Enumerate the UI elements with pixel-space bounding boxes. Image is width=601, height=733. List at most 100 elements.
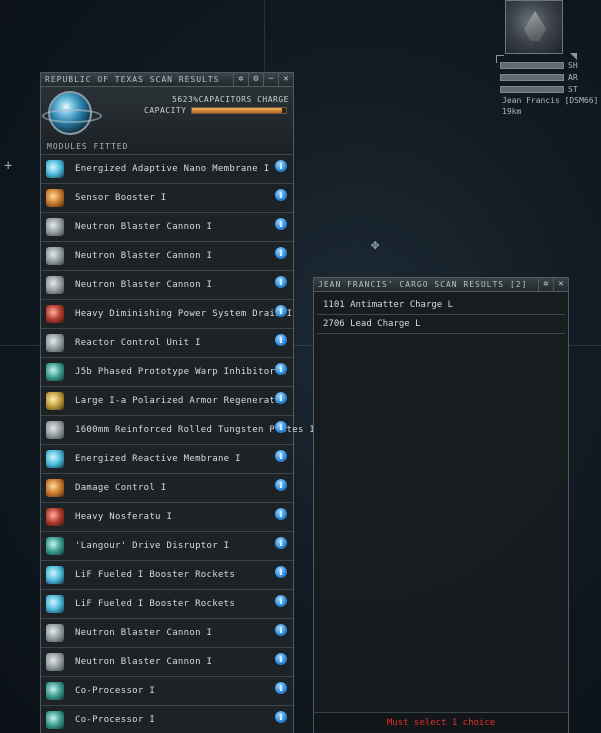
target-arrow-icon — [570, 53, 577, 60]
nosferatu-icon — [46, 508, 64, 526]
settings-icon[interactable]: ⚙ — [248, 73, 263, 86]
capacity-label: CAPACITY — [144, 106, 187, 115]
module-row[interactable]: LiF Fueled I Booster Rockets i — [41, 590, 293, 619]
info-icon[interactable]: i — [275, 682, 287, 694]
module-row[interactable]: Co-Processor I i — [41, 677, 293, 706]
info-icon[interactable]: i — [275, 450, 287, 462]
info-icon[interactable]: i — [275, 363, 287, 375]
cargo-list: 1101 Antimatter Charge L 2706 Lead Charg… — [314, 292, 568, 334]
module-name: Energized Adaptive Nano Membrane I — [75, 164, 270, 174]
target-name: Jean Francis [DSM66] — [502, 96, 599, 105]
info-icon[interactable]: i — [275, 711, 287, 723]
armor-membrane-icon — [46, 160, 64, 178]
module-row[interactable]: 'Langour' Drive Disruptor I i — [41, 532, 293, 561]
module-name: Neutron Blaster Cannon I — [75, 280, 213, 290]
blaster-icon — [46, 218, 64, 236]
ship-scan-results-window[interactable]: REPUBLIC OF TEXAS SCAN RESULTS ✲ ⚙ − ✕ 5… — [40, 72, 315, 733]
booster-rockets-icon — [46, 595, 64, 613]
pin-icon[interactable]: ✲ — [233, 73, 248, 86]
cargo-item[interactable]: 1101 Antimatter Charge L — [317, 296, 565, 315]
target-portrait[interactable] — [505, 0, 563, 54]
info-icon[interactable]: i — [275, 247, 287, 259]
pin-icon[interactable]: ✲ — [538, 278, 553, 291]
info-icon[interactable]: i — [275, 508, 287, 520]
close-icon[interactable]: ✕ — [553, 278, 568, 291]
info-icon[interactable]: i — [275, 334, 287, 346]
module-row[interactable]: Sensor Booster I i — [41, 184, 293, 213]
info-icon[interactable]: i — [275, 624, 287, 636]
co-processor-icon — [46, 711, 64, 729]
info-icon[interactable]: i — [275, 479, 287, 491]
grid-line-vertical — [264, 0, 265, 72]
warp-scrambler-icon — [46, 363, 64, 381]
info-icon[interactable]: i — [275, 218, 287, 230]
module-row[interactable]: Energized Adaptive Nano Membrane I i — [41, 155, 293, 184]
energy-drain-icon — [46, 305, 64, 323]
info-icon[interactable]: i — [275, 595, 287, 607]
info-icon[interactable]: i — [275, 189, 287, 201]
structure-bar: ST — [500, 84, 580, 95]
capacitor-gauge-icon — [42, 91, 102, 135]
module-row[interactable]: Co-Processor I i — [41, 706, 293, 733]
module-name: Reactor Control Unit I — [75, 338, 201, 348]
info-icon[interactable]: i — [275, 305, 287, 317]
info-icon[interactable]: i — [275, 392, 287, 404]
module-name: Heavy Nosferatu I — [75, 512, 173, 522]
module-name: Co-Processor I — [75, 686, 156, 696]
blaster-icon — [46, 624, 64, 642]
info-icon[interactable]: i — [275, 421, 287, 433]
co-processor-icon — [46, 682, 64, 700]
module-row[interactable]: Reactor Control Unit I i — [41, 329, 293, 358]
module-row[interactable]: Neutron Blaster Cannon I i — [41, 271, 293, 300]
module-name: 'Langour' Drive Disruptor I — [75, 541, 230, 551]
locked-target[interactable]: SH AR ST Jean Francis [DSM66] 19km — [496, 0, 601, 118]
info-icon[interactable]: i — [275, 653, 287, 665]
module-name: Neutron Blaster Cannon I — [75, 251, 213, 261]
info-icon[interactable]: i — [275, 276, 287, 288]
armor-bar: AR — [500, 72, 580, 83]
minimize-icon[interactable]: − — [263, 73, 278, 86]
sensor-booster-icon — [46, 189, 64, 207]
shield-bar: SH — [500, 60, 580, 71]
module-name: Neutron Blaster Cannon I — [75, 222, 213, 232]
status-message: Must select 1 choice — [386, 717, 496, 728]
window-titlebar[interactable]: REPUBLIC OF TEXAS SCAN RESULTS ✲ ⚙ − ✕ — [41, 73, 293, 87]
close-icon[interactable]: ✕ — [278, 73, 293, 86]
module-name: Large I-a Polarized Armor Regenerator — [75, 396, 287, 406]
module-row[interactable]: Heavy Nosferatu I i — [41, 503, 293, 532]
info-icon[interactable]: i — [275, 537, 287, 549]
structure-bar-label: ST — [568, 85, 578, 94]
armor-bar-label: AR — [568, 73, 578, 82]
info-icon[interactable]: i — [275, 160, 287, 172]
module-row[interactable]: Neutron Blaster Cannon I i — [41, 242, 293, 271]
module-row[interactable]: 1600mm Reinforced Rolled Tungsten Plates… — [41, 416, 315, 445]
module-name: LiF Fueled I Booster Rockets — [75, 570, 236, 580]
module-row[interactable]: J5b Phased Prototype Warp Inhibitor Ii — [41, 358, 293, 387]
cargo-item[interactable]: 2706 Lead Charge L — [317, 315, 565, 334]
module-name: Energized Reactive Membrane I — [75, 454, 241, 464]
module-row[interactable]: Neutron Blaster Cannon I i — [41, 648, 293, 677]
info-icon[interactable]: i — [275, 566, 287, 578]
capacity-bar — [191, 107, 287, 114]
drive-disruptor-icon — [46, 537, 64, 555]
module-row[interactable]: Neutron Blaster Cannon I i — [41, 213, 293, 242]
module-name: LiF Fueled I Booster Rockets — [75, 599, 236, 609]
booster-rockets-icon — [46, 566, 64, 584]
module-row[interactable]: Damage Control I i — [41, 474, 293, 503]
module-name: Sensor Booster I — [75, 193, 167, 203]
blaster-icon — [46, 247, 64, 265]
cargo-scan-results-window[interactable]: JEAN FRANCIS' CARGO SCAN RESULTS [2] ✲ ✕… — [313, 277, 569, 733]
status-bar: Must select 1 choice — [314, 712, 568, 732]
module-row[interactable]: LiF Fueled I Booster Rockets i — [41, 561, 293, 590]
module-row[interactable]: Energized Reactive Membrane I i — [41, 445, 293, 474]
window-titlebar[interactable]: JEAN FRANCIS' CARGO SCAN RESULTS [2] ✲ ✕ — [314, 278, 568, 292]
module-list: Energized Adaptive Nano Membrane Ii Senso… — [41, 155, 315, 733]
ship-icon — [524, 11, 546, 41]
module-row[interactable]: Heavy Diminishing Power System Drain Ii — [41, 300, 293, 329]
module-row[interactable]: Neutron Blaster Cannon I i — [41, 619, 293, 648]
move-cursor-icon: ✥ — [371, 237, 380, 253]
module-name: Neutron Blaster Cannon I — [75, 657, 213, 667]
module-name: Co-Processor I — [75, 715, 156, 725]
module-row[interactable]: Large I-a Polarized Armor Regenerator i — [41, 387, 293, 416]
armor-repairer-icon — [46, 392, 64, 410]
